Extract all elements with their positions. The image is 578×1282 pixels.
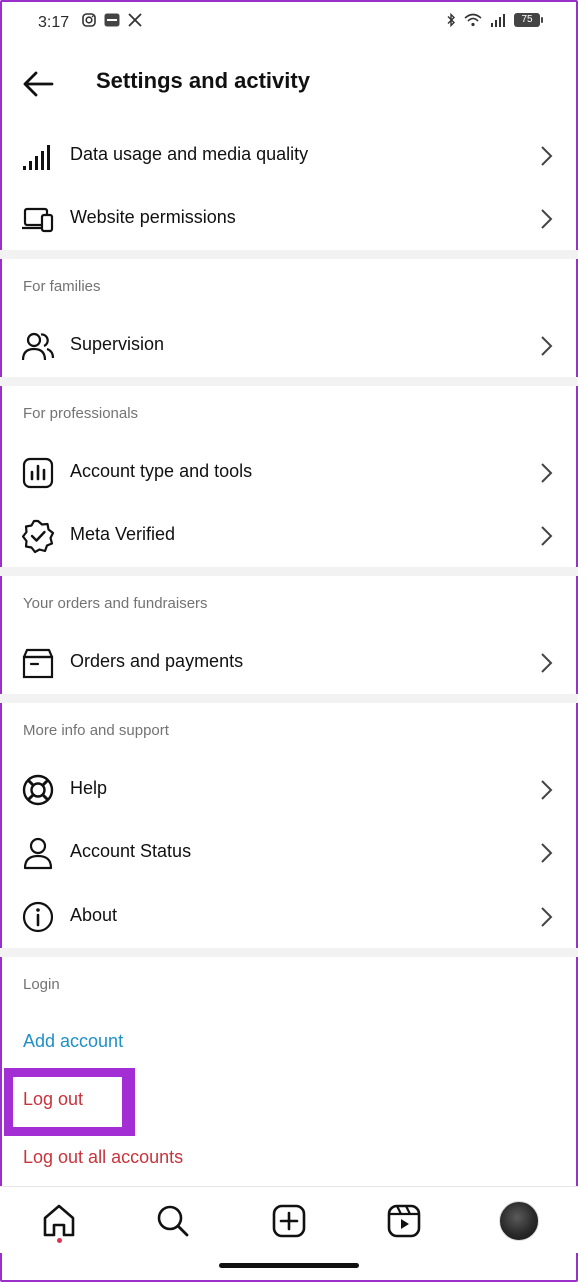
person-icon: [23, 837, 53, 870]
chevron-right-icon: [541, 209, 553, 229]
cell-signal-icon: [491, 14, 505, 27]
section-title-login: Login: [23, 976, 60, 993]
section-title-professionals: For professionals: [23, 405, 139, 422]
row-help[interactable]: Help: [0, 758, 578, 821]
row-label: Orders and payments: [70, 651, 244, 671]
app-notification-icon: [104, 13, 120, 27]
verified-badge-icon: [21, 519, 55, 554]
row-label: Account type and tools: [70, 461, 253, 481]
bluetooth-icon: [447, 13, 455, 27]
page-header: Settings and activity: [0, 56, 578, 112]
section-title-orders: Your orders and fundraisers: [23, 595, 208, 612]
battery-icon: 75: [514, 13, 543, 27]
row-label: Meta Verified: [70, 524, 176, 544]
row-about[interactable]: About: [0, 885, 578, 948]
row-account-type[interactable]: Account type and tools: [0, 441, 578, 504]
chevron-right-icon: [541, 843, 553, 863]
row-supervision[interactable]: Supervision: [0, 314, 578, 377]
home-indicator: [219, 1263, 359, 1268]
row-website-permissions[interactable]: Website permissions: [0, 187, 578, 250]
row-account-status[interactable]: Account Status: [0, 821, 578, 884]
chevron-right-icon: [541, 336, 553, 356]
chevron-right-icon: [541, 780, 553, 800]
section-divider: [0, 250, 578, 259]
chart-icon: [22, 457, 54, 489]
page-title: Settings and activity: [96, 68, 310, 93]
devices-icon: [22, 207, 54, 233]
status-system-icons: 75: [446, 13, 543, 27]
x-notification-icon: [128, 13, 142, 27]
row-meta-verified[interactable]: Meta Verified: [0, 504, 578, 567]
signal-bars-icon: [23, 145, 50, 170]
row-label: About: [70, 905, 118, 925]
row-orders-payments[interactable]: Orders and payments: [0, 631, 578, 694]
reels-icon[interactable]: [384, 1201, 424, 1241]
bottom-nav: [0, 1186, 578, 1253]
avatar: [499, 1201, 539, 1241]
info-icon: [22, 901, 54, 933]
chevron-right-icon: [541, 146, 553, 166]
profile-avatar[interactable]: [499, 1201, 539, 1241]
instagram-notification-icon: [82, 13, 96, 27]
section-divider: [0, 694, 578, 703]
row-label: Website permissions: [70, 207, 236, 227]
people-icon: [21, 332, 55, 361]
chevron-right-icon: [541, 526, 553, 546]
status-time: 3:17: [38, 14, 70, 31]
chevron-right-icon: [541, 653, 553, 673]
search-icon[interactable]: [153, 1201, 193, 1241]
home-notification-dot: [57, 1238, 62, 1243]
create-icon[interactable]: [269, 1201, 309, 1241]
row-label: Supervision: [70, 334, 165, 354]
row-label: Account Status: [70, 841, 192, 861]
section-divider: [0, 377, 578, 386]
section-divider: [0, 948, 578, 957]
chevron-right-icon: [541, 907, 553, 927]
section-divider: [0, 567, 578, 576]
chevron-right-icon: [541, 463, 553, 483]
status-bar: 3:17 75: [0, 0, 578, 46]
row-label: Data usage and media quality: [70, 144, 309, 164]
row-label: Help: [70, 778, 108, 798]
status-notification-icons: [82, 13, 142, 27]
wifi-icon: [464, 13, 482, 27]
section-title-support: More info and support: [23, 722, 169, 739]
add-account-link[interactable]: Add account: [23, 1031, 123, 1052]
section-title-families: For families: [23, 278, 101, 295]
home-icon[interactable]: [39, 1201, 79, 1241]
lifebuoy-icon: [22, 774, 54, 806]
box-icon: [22, 648, 54, 679]
log-out-link[interactable]: Log out: [23, 1089, 83, 1110]
back-arrow-icon[interactable]: [20, 68, 56, 100]
log-out-all-link[interactable]: Log out all accounts: [23, 1147, 183, 1168]
row-data-usage[interactable]: Data usage and media quality: [0, 124, 578, 187]
